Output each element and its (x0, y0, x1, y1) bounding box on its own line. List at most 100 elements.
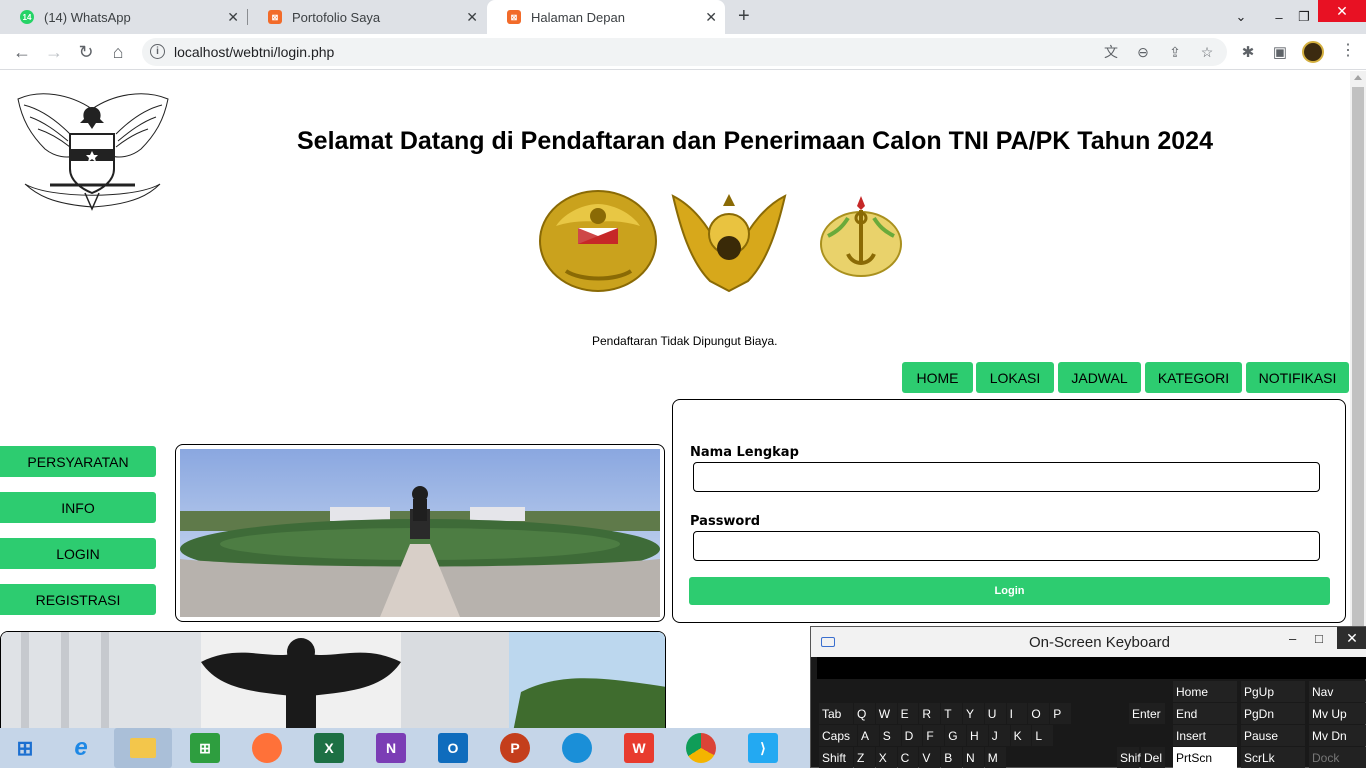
password-input[interactable] (693, 531, 1320, 561)
osk-text-strip (817, 657, 1366, 679)
reload-icon[interactable]: ↻ (74, 40, 98, 64)
close-tab-icon[interactable]: ✕ (227, 9, 239, 26)
key-x[interactable]: X (875, 747, 897, 768)
key-l[interactable]: L (1032, 725, 1054, 746)
key-i[interactable]: I (1006, 703, 1028, 724)
osk-minimize-button[interactable]: – (1289, 631, 1296, 646)
key-pause[interactable]: Pause (1241, 725, 1305, 746)
key-n[interactable]: N (963, 747, 984, 768)
key-home[interactable]: Home (1173, 681, 1237, 702)
internet-explorer-icon[interactable]: e (66, 733, 96, 763)
zoom-icon[interactable]: ⊖ (1134, 43, 1152, 61)
tab-whatsapp[interactable]: 14 (14) WhatsApp ✕ (0, 0, 247, 34)
key-s[interactable]: S (879, 725, 901, 746)
key-shift-right[interactable]: Shift (1117, 747, 1144, 768)
address-bar[interactable]: i localhost/webtni/login.php 文 ⊖ ⇪ ☆ (142, 38, 1227, 66)
share-icon[interactable]: ⇪ (1166, 43, 1184, 61)
forward-icon[interactable]: → (42, 40, 66, 64)
restore-button[interactable]: ❐ (1287, 0, 1321, 34)
key-u[interactable]: U (984, 703, 1006, 724)
name-input[interactable] (693, 462, 1320, 492)
key-mv-up[interactable]: Mv Up (1309, 703, 1366, 724)
close-tab-icon[interactable]: ✕ (466, 9, 478, 26)
key-pgup[interactable]: PgUp (1241, 681, 1305, 702)
key-t[interactable]: T (941, 703, 962, 724)
key-scrlk[interactable]: ScrLk (1241, 747, 1305, 768)
key-a[interactable]: A (858, 725, 879, 746)
key-b[interactable]: B (941, 747, 962, 768)
key-tab[interactable]: Tab (819, 703, 853, 724)
nav-lokasi[interactable]: LOKASI (976, 362, 1054, 393)
key-j[interactable]: J (988, 725, 1010, 746)
back-icon[interactable]: ← (10, 40, 34, 64)
visual-studio-code-icon[interactable]: ⟩ (748, 733, 778, 763)
browser-window: 14 (14) WhatsApp ✕ ⊠ Portofolio Saya ✕ ⊠… (0, 0, 1366, 768)
profile-avatar[interactable] (1302, 41, 1324, 63)
key-p[interactable]: P (1050, 703, 1071, 724)
sidebar-item-persyaratan[interactable]: PERSYARATAN (0, 446, 156, 477)
key-mv-dn[interactable]: Mv Dn (1309, 725, 1366, 746)
key-e[interactable]: E (897, 703, 919, 724)
key-c[interactable]: C (897, 747, 919, 768)
outlook-icon[interactable]: O (438, 733, 468, 763)
key-z[interactable]: Z (854, 747, 875, 768)
key-nav[interactable]: Nav (1309, 681, 1366, 702)
tab-portofolio[interactable]: ⊠ Portofolio Saya ✕ (248, 0, 486, 34)
close-tab-icon[interactable]: ✕ (705, 9, 717, 26)
osk-maximize-button[interactable]: □ (1315, 631, 1323, 646)
nav-jadwal[interactable]: JADWAL (1058, 362, 1141, 393)
key-d[interactable]: D (901, 725, 923, 746)
sidebar-item-info[interactable]: INFO (0, 492, 156, 523)
sidebar-item-login[interactable]: LOGIN (0, 538, 156, 569)
menu-icon[interactable]: ⋮ (1340, 42, 1356, 62)
key-prtscn[interactable]: PrtScn (1173, 747, 1237, 768)
file-explorer-icon[interactable] (114, 728, 172, 768)
nav-notifikasi[interactable]: NOTIFIKASI (1246, 362, 1349, 393)
key-k[interactable]: K (1010, 725, 1032, 746)
tab-search-icon[interactable]: ⌄ (1224, 0, 1258, 34)
key-f[interactable]: F (923, 725, 945, 746)
key-q[interactable]: Q (854, 703, 875, 724)
key-shift[interactable]: Shift (819, 747, 853, 768)
new-tab-button[interactable]: + (738, 5, 750, 28)
nav-kategori[interactable]: KATEGORI (1145, 362, 1242, 393)
side-panel-icon[interactable]: ▣ (1270, 42, 1290, 62)
bookmark-star-icon[interactable]: ☆ (1198, 43, 1216, 61)
scroll-up-icon[interactable] (1354, 75, 1362, 80)
key-r[interactable]: R (919, 703, 941, 724)
key-v[interactable]: V (919, 747, 941, 768)
sidebar-item-registrasi[interactable]: REGISTRASI (0, 584, 156, 615)
key-o[interactable]: O (1028, 703, 1050, 724)
tab-halaman-depan[interactable]: ⊠ Halaman Depan ✕ (487, 0, 725, 34)
home-icon[interactable]: ⌂ (106, 40, 130, 64)
key-y[interactable]: Y (963, 703, 984, 724)
site-info-icon[interactable]: i (150, 44, 165, 59)
key-insert[interactable]: Insert (1173, 725, 1237, 746)
windows-start-icon[interactable]: ⊞ (10, 733, 40, 763)
osk-close-button[interactable]: ✕ (1337, 627, 1366, 649)
key-w[interactable]: W (875, 703, 897, 724)
key-g[interactable]: G (945, 725, 966, 746)
translate-icon[interactable]: 文 (1102, 43, 1120, 61)
wps-office-icon[interactable]: W (624, 733, 654, 763)
nav-home[interactable]: HOME (902, 362, 973, 393)
edge-icon[interactable] (562, 733, 592, 763)
extensions-icon[interactable]: ✱ (1238, 42, 1258, 62)
key-pgdn[interactable]: PgDn (1241, 703, 1305, 724)
key-caps[interactable]: Caps (819, 725, 857, 746)
close-window-button[interactable]: ✕ (1318, 0, 1366, 22)
key-del[interactable]: Del (1141, 747, 1165, 768)
firefox-icon[interactable] (252, 733, 282, 763)
onenote-icon[interactable]: N (376, 733, 406, 763)
microsoft-store-icon[interactable]: ⊞ (190, 733, 220, 763)
login-button[interactable]: Login (689, 577, 1330, 605)
osk-titlebar[interactable]: On-Screen Keyboard – □ ✕ (811, 627, 1366, 657)
key-h[interactable]: H (967, 725, 988, 746)
powerpoint-icon[interactable]: P (500, 733, 530, 763)
chrome-icon[interactable] (686, 733, 716, 763)
key-end[interactable]: End (1173, 703, 1237, 724)
key-enter[interactable]: Enter (1129, 703, 1165, 724)
key-m[interactable]: M (984, 747, 1006, 768)
excel-icon[interactable]: X (314, 733, 344, 763)
key-dock[interactable]: Dock (1309, 747, 1366, 768)
